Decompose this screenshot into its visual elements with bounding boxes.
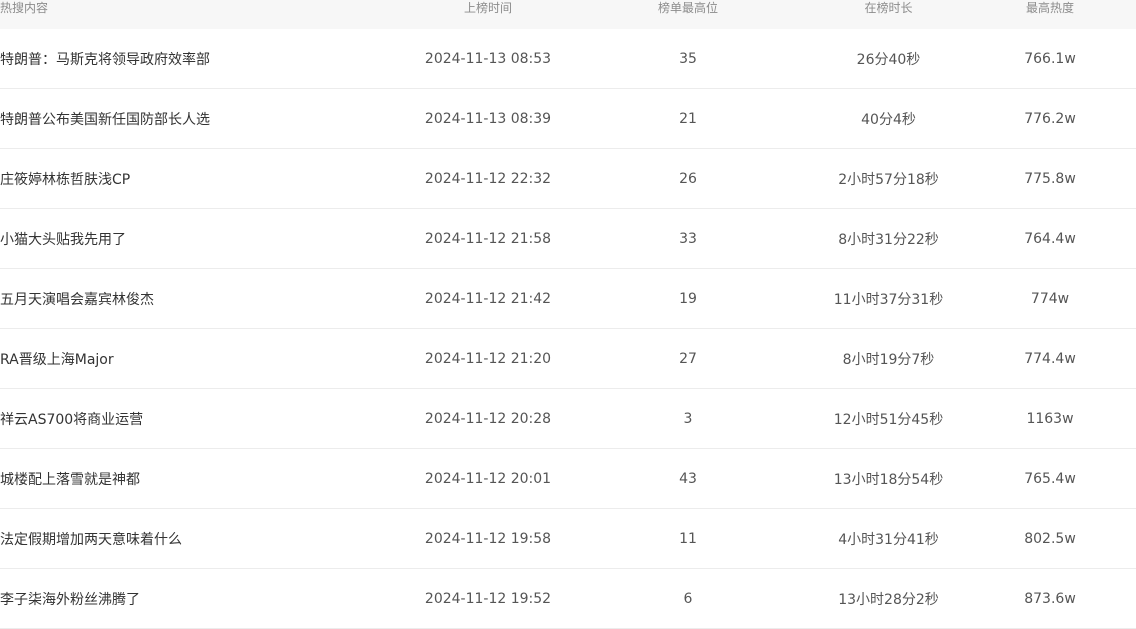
- table-row[interactable]: 特朗普公布美国新任国防部长人选 2024-11-13 08:39 21 40分4…: [0, 89, 1136, 149]
- row-heat: 774.4w: [1024, 350, 1076, 367]
- row-duration: 11小时37分31秒: [833, 291, 944, 308]
- row-rank: 35: [679, 50, 697, 67]
- row-title[interactable]: 特朗普：马斯克将领导政府效率部: [0, 49, 376, 69]
- row-time: 2024-11-12 20:28: [424, 410, 552, 427]
- row-rank: 3: [683, 410, 693, 427]
- row-rank: 26: [679, 170, 697, 187]
- row-duration: 13小时18分54秒: [833, 471, 944, 488]
- table-row[interactable]: 庄筱婷林栋哲肤浅CP 2024-11-12 22:32 26 2小时57分18秒…: [0, 149, 1136, 209]
- table-row[interactable]: 祥云AS700将商业运营 2024-11-12 20:28 3 12小时51分4…: [0, 389, 1136, 449]
- row-time: 2024-11-12 21:42: [424, 290, 552, 307]
- row-heat: 774w: [1030, 290, 1070, 307]
- row-rank: 33: [679, 230, 697, 247]
- row-duration: 40分4秒: [861, 111, 916, 128]
- row-heat: 802.5w: [1024, 530, 1076, 547]
- row-title[interactable]: 法定假期增加两天意味着什么: [0, 529, 376, 549]
- row-duration: 4小时31分41秒: [838, 531, 939, 548]
- row-title[interactable]: 五月天演唱会嘉宾林俊杰: [0, 289, 376, 309]
- table-row[interactable]: 特朗普：马斯克将领导政府效率部 2024-11-13 08:53 35 26分4…: [0, 29, 1136, 89]
- row-duration: 13小时28分2秒: [838, 591, 939, 608]
- header-title: 热搜内容: [0, 1, 49, 15]
- header-duration: 在榜时长: [864, 1, 913, 15]
- row-title[interactable]: 李子柒海外粉丝沸腾了: [0, 589, 376, 609]
- row-heat: 1163w: [1026, 410, 1074, 427]
- row-time: 2024-11-12 21:58: [424, 230, 552, 247]
- row-title[interactable]: 庄筱婷林栋哲肤浅CP: [0, 169, 376, 189]
- row-title[interactable]: 特朗普公布美国新任国防部长人选: [0, 109, 376, 129]
- row-time: 2024-11-12 21:20: [424, 350, 552, 367]
- header-time: 上榜时间: [463, 1, 512, 15]
- row-title[interactable]: 城楼配上落雪就是神都: [0, 469, 376, 489]
- row-title[interactable]: RA晋级上海Major: [0, 349, 376, 369]
- row-time: 2024-11-12 22:32: [424, 170, 552, 187]
- row-title[interactable]: 祥云AS700将商业运营: [0, 409, 376, 429]
- row-title[interactable]: 小猫大头贴我先用了: [0, 229, 376, 249]
- row-time: 2024-11-13 08:53: [424, 50, 552, 67]
- table-row[interactable]: 五月天演唱会嘉宾林俊杰 2024-11-12 21:42 19 11小时37分3…: [0, 269, 1136, 329]
- row-duration: 26分40秒: [856, 51, 921, 68]
- table-row[interactable]: 小猫大头贴我先用了 2024-11-12 21:58 33 8小时31分22秒 …: [0, 209, 1136, 269]
- table-header: 热搜内容 上榜时间 榜单最高位 在榜时长 最高热度: [0, 0, 1136, 29]
- row-rank: 27: [679, 350, 697, 367]
- row-heat: 776.2w: [1024, 110, 1076, 127]
- row-heat: 775.8w: [1024, 170, 1076, 187]
- row-rank: 11: [679, 530, 697, 547]
- table-row[interactable]: 李子柒海外粉丝沸腾了 2024-11-12 19:52 6 13小时28分2秒 …: [0, 569, 1136, 629]
- header-heat: 最高热度: [1025, 1, 1074, 15]
- table-row[interactable]: 城楼配上落雪就是神都 2024-11-12 20:01 43 13小时18分54…: [0, 449, 1136, 509]
- row-time: 2024-11-13 08:39: [424, 110, 552, 127]
- row-heat: 764.4w: [1024, 230, 1076, 247]
- row-time: 2024-11-12 20:01: [424, 470, 552, 487]
- hot-search-table: 热搜内容 上榜时间 榜单最高位 在榜时长 最高热度 特朗普：马斯克将领导政府效率…: [0, 0, 1136, 629]
- row-duration: 8小时19分7秒: [842, 351, 935, 368]
- row-rank: 43: [679, 470, 697, 487]
- row-duration: 12小时51分45秒: [833, 411, 944, 428]
- row-rank: 6: [683, 590, 693, 607]
- row-heat: 765.4w: [1024, 470, 1076, 487]
- header-rank: 榜单最高位: [657, 1, 718, 15]
- table-row[interactable]: 法定假期增加两天意味着什么 2024-11-12 19:58 11 4小时31分…: [0, 509, 1136, 569]
- row-rank: 19: [679, 290, 697, 307]
- row-time: 2024-11-12 19:52: [424, 590, 552, 607]
- row-heat: 873.6w: [1024, 590, 1076, 607]
- row-duration: 8小时31分22秒: [838, 231, 939, 248]
- row-time: 2024-11-12 19:58: [424, 530, 552, 547]
- row-heat: 766.1w: [1024, 50, 1076, 67]
- row-duration: 2小时57分18秒: [838, 171, 939, 188]
- table-row[interactable]: RA晋级上海Major 2024-11-12 21:20 27 8小时19分7秒…: [0, 329, 1136, 389]
- row-rank: 21: [679, 110, 697, 127]
